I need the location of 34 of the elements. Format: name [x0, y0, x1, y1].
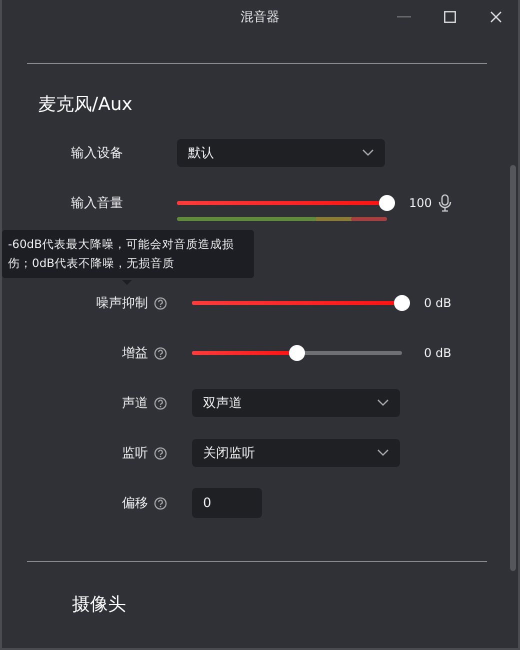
help-icon[interactable]: [154, 346, 167, 360]
chevron-icon: [362, 149, 374, 157]
offset-input[interactable]: 0: [192, 488, 262, 518]
section-title: 麦克风/Aux: [37, 93, 134, 117]
scrollbar[interactable]: [510, 165, 516, 571]
close-icon: [490, 11, 502, 23]
field-label: 噪声抑制: [96, 295, 148, 312]
window-title: 混音器: [240, 9, 280, 26]
slider-value: 100: [409, 196, 432, 210]
field-label: 输入设备: [71, 145, 123, 162]
slider-thumb[interactable]: [289, 345, 305, 361]
help-icon[interactable]: [154, 396, 167, 410]
help-icon[interactable]: [154, 446, 167, 460]
field-label: 监听: [122, 445, 148, 462]
dropdown[interactable]: 默认: [177, 139, 385, 167]
help-icon[interactable]: [154, 296, 167, 310]
slider-thumb[interactable]: [394, 295, 410, 311]
chevron-icon: [377, 449, 389, 457]
microphone-icon[interactable]: [438, 194, 452, 212]
tooltip: -60dB代表最大降噪，可能会对音质造成损伤；0dB代表不降噪，无损音质: [2, 230, 254, 278]
minimize-icon: [397, 16, 411, 18]
slider-value: 0 dB: [424, 346, 452, 360]
field-label: 输入音量: [71, 195, 123, 212]
section-title: 摄像头: [71, 593, 127, 617]
slider-thumb[interactable]: [379, 195, 395, 211]
maximize-icon: [444, 11, 456, 23]
dropdown[interactable]: 双声道: [192, 389, 400, 417]
help-icon[interactable]: [154, 496, 167, 510]
field-label: 声道: [122, 395, 148, 412]
dropdown[interactable]: 关闭监听: [192, 439, 400, 467]
chevron-icon: [377, 399, 389, 407]
slider-value: 0 dB: [424, 296, 452, 310]
field-label: 偏移: [122, 495, 148, 512]
field-label: 增益: [122, 345, 148, 362]
